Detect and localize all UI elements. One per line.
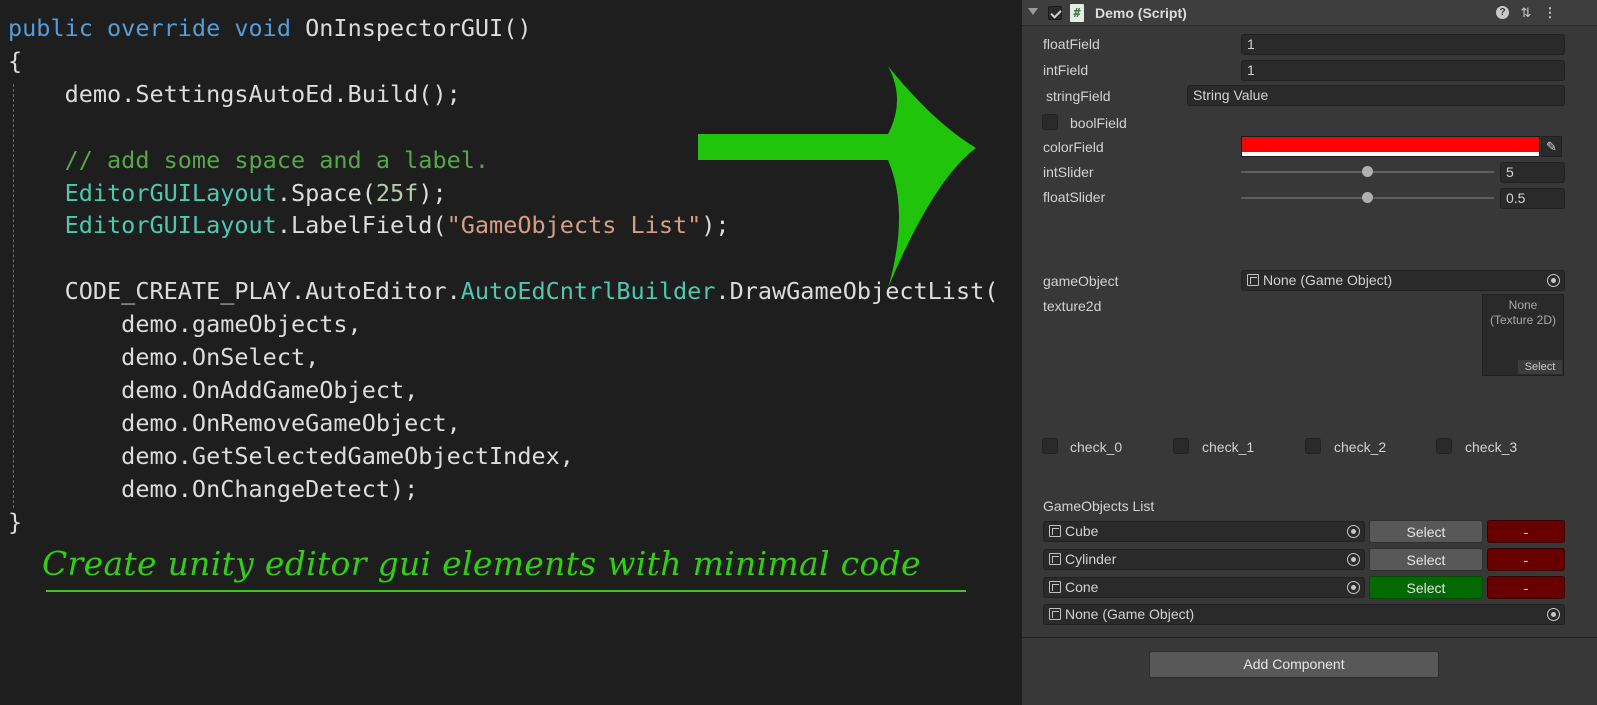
code-line: demo.GetSelectedGameObjectIndex, (8, 441, 574, 470)
int-slider-thumb[interactable] (1362, 166, 1373, 177)
color-alpha-bar (1242, 152, 1539, 156)
check-0-label: check_0 (1070, 439, 1123, 455)
check-1-toggle[interactable] (1173, 438, 1189, 454)
int-field-input[interactable]: 1 (1241, 60, 1565, 81)
footer-divider (1022, 637, 1597, 638)
texture2d-value: None (Texture 2D) (1489, 298, 1557, 327)
code-line: EditorGUILayout.Space(25f); (64, 178, 447, 207)
check-2-toggle[interactable] (1305, 438, 1321, 454)
check-2-label: check_2 (1334, 439, 1387, 455)
object-picker-icon[interactable] (1347, 525, 1360, 538)
add-component-button[interactable]: Add Component (1149, 651, 1439, 678)
more-icon[interactable]: ⋮ (1542, 5, 1558, 21)
game-object-icon (1049, 553, 1061, 565)
float-slider-label: floatSlider (1043, 189, 1106, 205)
code-line: } (8, 507, 23, 536)
list-item-select-button[interactable]: Select (1369, 548, 1483, 571)
object-picker-icon[interactable] (1347, 581, 1360, 594)
list-item-remove-button[interactable]: - (1487, 520, 1565, 543)
code-line: demo.gameObjects, (8, 310, 362, 339)
code-line: demo.OnSelect, (8, 343, 320, 371)
list-item-remove-button[interactable]: - (1487, 548, 1565, 571)
add-game-object-field[interactable]: None (Game Object) (1043, 604, 1565, 625)
component-enabled-checkbox[interactable] (1048, 6, 1062, 20)
object-picker-icon[interactable] (1547, 274, 1560, 287)
check-1-label: check_1 (1202, 439, 1255, 455)
code-line: demo.OnChangeDetect); (8, 474, 419, 503)
game-object-label: gameObject (1043, 273, 1119, 289)
color-field-label: colorField (1043, 139, 1104, 155)
code-line: public override void OnInspectorGUI() (8, 14, 532, 42)
game-object-field[interactable]: None (Game Object) (1241, 270, 1565, 291)
help-icon[interactable]: ? (1495, 5, 1511, 21)
game-object-icon (1049, 608, 1061, 620)
inspector-panel: # Demo (Script) ? ⇅ ⋮ floatField 1 intFi… (1022, 0, 1597, 705)
code-line: demo.OnAddGameObject, (8, 375, 419, 404)
check-3-toggle[interactable] (1436, 438, 1452, 454)
int-field-label: intField (1043, 62, 1089, 78)
list-item-object-field[interactable]: Cone (1043, 577, 1365, 598)
list-item-object-field[interactable]: Cylinder (1043, 549, 1365, 570)
component-header[interactable]: # Demo (Script) ? ⇅ ⋮ (1022, 0, 1597, 26)
preset-icon[interactable]: ⇅ (1518, 5, 1534, 21)
int-slider-label: intSlider (1043, 164, 1094, 180)
check-3-label: check_3 (1465, 439, 1518, 455)
gameobjects-list-label: GameObjects List (1043, 498, 1155, 514)
float-field-input[interactable]: 1 (1241, 34, 1565, 55)
int-slider-value[interactable]: 5 (1500, 162, 1565, 183)
game-object-icon (1049, 581, 1061, 593)
list-item-object-field[interactable]: Cube (1043, 521, 1365, 542)
float-slider-thumb[interactable] (1362, 192, 1373, 203)
float-field-label: floatField (1043, 36, 1100, 52)
foldout-arrow-icon[interactable] (1028, 8, 1038, 15)
script-icon: # (1070, 4, 1084, 22)
tagline-underline (46, 590, 966, 592)
game-object-icon (1049, 525, 1061, 537)
list-item-select-button-active[interactable]: Select (1369, 576, 1483, 599)
check-0-toggle[interactable] (1042, 438, 1058, 454)
component-title: Demo (Script) (1095, 5, 1187, 21)
code-line: EditorGUILayout.LabelField("GameObjects … (64, 211, 730, 240)
list-item-select-button[interactable]: Select (1369, 520, 1483, 543)
texture2d-select-button[interactable]: Select (1518, 360, 1562, 374)
texture2d-field[interactable]: None (Texture 2D) Select (1482, 294, 1564, 376)
tagline: Create unity editor gui elements with mi… (42, 544, 921, 583)
list-item-remove-button[interactable]: - (1487, 576, 1565, 599)
code-line: demo.OnRemoveGameObject, (8, 408, 461, 437)
bool-field-toggle[interactable] (1042, 114, 1058, 130)
object-picker-icon[interactable] (1547, 608, 1560, 621)
right-arrow-icon (698, 66, 976, 288)
eyedropper-icon[interactable]: ✎ (1541, 136, 1562, 157)
string-field-label: stringField (1046, 88, 1111, 104)
texture2d-label: texture2d (1043, 298, 1102, 314)
object-picker-icon[interactable] (1347, 553, 1360, 566)
game-object-icon (1247, 274, 1259, 286)
code-line: demo.SettingsAutoEd.Build(); (8, 79, 461, 108)
float-slider-value[interactable]: 0.5 (1500, 188, 1565, 209)
bool-field-label: boolField (1070, 115, 1127, 131)
color-field-swatch[interactable] (1241, 136, 1540, 157)
code-line: { (8, 46, 23, 75)
string-field-input[interactable]: String Value (1187, 85, 1565, 106)
code-line: // add some space and a label. (8, 145, 490, 174)
